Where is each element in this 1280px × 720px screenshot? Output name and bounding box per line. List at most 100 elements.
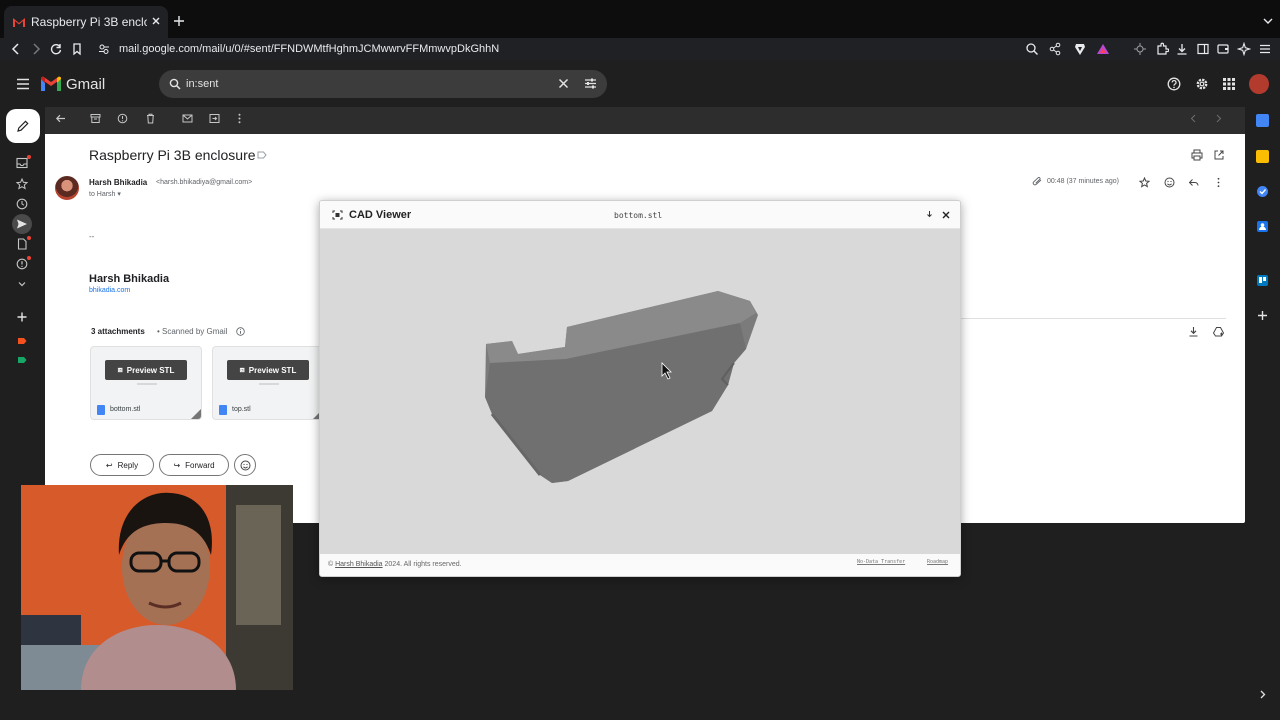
important-label-icon[interactable] xyxy=(257,150,267,160)
recipient-expand-chevron-icon[interactable]: ▾ xyxy=(117,191,121,198)
spam-icon[interactable] xyxy=(16,258,28,270)
info-icon[interactable] xyxy=(236,327,245,336)
attachment-card-top[interactable]: ⧈ Preview STL top.stl xyxy=(212,346,324,420)
bookmark-icon[interactable] xyxy=(70,42,84,56)
sender-name[interactable]: Harsh Bhikadia xyxy=(89,178,147,187)
starred-icon[interactable] xyxy=(16,178,28,190)
cad-download-icon[interactable] xyxy=(925,210,934,220)
brave-shield-icon[interactable] xyxy=(1073,42,1087,56)
browser-tab[interactable]: Raspberry Pi 3B enclosure xyxy=(4,6,168,38)
site-settings-icon[interactable] xyxy=(97,42,111,56)
tasks-icon[interactable] xyxy=(1256,185,1269,198)
cad-3d-canvas[interactable] xyxy=(320,229,960,554)
gmail-logo-icon[interactable] xyxy=(40,76,62,92)
more-chevron-icon[interactable] xyxy=(16,278,28,290)
forward-button[interactable]: ↪ Forward xyxy=(159,454,229,476)
move-to-icon[interactable] xyxy=(209,113,220,124)
account-avatar[interactable] xyxy=(1249,74,1269,94)
search-options-icon[interactable] xyxy=(584,77,597,90)
download-all-icon[interactable] xyxy=(1188,326,1199,337)
preview-stl-button[interactable]: ⧈ Preview STL xyxy=(105,360,187,380)
create-label-plus-icon[interactable] xyxy=(16,311,28,323)
zoom-icon[interactable] xyxy=(1025,42,1039,56)
new-tab-icon[interactable] xyxy=(172,14,186,28)
settings-gear-icon[interactable] xyxy=(1195,77,1209,91)
address-bar[interactable]: mail.google.com/mail/u/0/#sent/FFNDWMtfH… xyxy=(119,43,499,55)
contacts-icon[interactable] xyxy=(1256,220,1269,233)
signature-name: Harsh Bhikadia xyxy=(89,273,170,285)
emoji-reaction-button[interactable] xyxy=(234,454,256,476)
older-chevron-icon[interactable] xyxy=(1213,113,1224,124)
author-link[interactable]: Harsh Bhikadia xyxy=(335,561,382,568)
reply-arrow-icon: ↩ xyxy=(105,460,113,470)
reply-icon[interactable] xyxy=(1188,177,1199,188)
report-spam-icon[interactable] xyxy=(117,113,128,124)
mark-unread-icon[interactable] xyxy=(182,113,193,124)
preview-stl-button[interactable]: ⧈ Preview STL xyxy=(227,360,309,380)
brave-rewards-icon[interactable] xyxy=(1096,42,1110,56)
archive-icon[interactable] xyxy=(90,113,101,124)
newer-chevron-icon[interactable] xyxy=(1188,113,1199,124)
print-icon[interactable] xyxy=(1191,149,1203,161)
back-to-list-icon[interactable] xyxy=(55,113,66,124)
browser-menu-icon[interactable] xyxy=(1258,42,1272,56)
side-panel-expand-icon[interactable] xyxy=(1256,688,1269,701)
label-teal-icon[interactable] xyxy=(16,354,28,366)
keep-icon[interactable] xyxy=(1256,150,1269,163)
reply-button[interactable]: ↩ Reply xyxy=(90,454,154,476)
file-icon xyxy=(219,405,227,415)
label-orange-icon[interactable] xyxy=(16,335,28,347)
extension-tracker-icon[interactable] xyxy=(1133,42,1147,56)
cad-viewer-title: CAD Viewer xyxy=(349,209,412,221)
search-input[interactable]: in:sent xyxy=(186,78,218,90)
sent-icon[interactable] xyxy=(16,218,28,230)
attachments-divider xyxy=(960,318,1226,319)
clear-search-icon[interactable] xyxy=(558,78,569,89)
sidebar-icon[interactable] xyxy=(1196,42,1210,56)
cad-close-icon[interactable] xyxy=(942,211,950,219)
extensions-icon[interactable] xyxy=(1155,42,1169,56)
wallet-icon[interactable] xyxy=(1216,42,1230,56)
add-reaction-icon[interactable] xyxy=(1164,177,1175,188)
recipient-text: to Harsh xyxy=(89,191,116,198)
search-bar[interactable] xyxy=(159,70,607,98)
reload-icon[interactable] xyxy=(49,42,63,56)
forward-icon[interactable] xyxy=(29,42,43,56)
search-icon[interactable] xyxy=(169,78,181,90)
leo-ai-icon[interactable] xyxy=(1237,42,1251,56)
attachment-thumbnail xyxy=(259,383,279,385)
cad-viewer-modal[interactable]: CAD Viewer bottom.stl © Harsh Bhikadia 2… xyxy=(319,200,961,577)
attachment-card-bottom[interactable]: ⧈ Preview STL bottom.stl xyxy=(90,346,202,420)
no-data-transfer-link[interactable]: No-Data Transfer xyxy=(857,559,905,565)
attachment-filename: bottom.stl xyxy=(110,406,141,413)
message-more-icon[interactable] xyxy=(1213,177,1224,188)
delete-trash-icon[interactable] xyxy=(145,113,156,124)
back-icon[interactable] xyxy=(9,42,23,56)
compose-button[interactable] xyxy=(6,109,40,143)
share-icon[interactable] xyxy=(1048,42,1062,56)
star-icon[interactable] xyxy=(1139,177,1150,188)
calendar-icon[interactable] xyxy=(1256,114,1269,127)
get-addons-plus-icon[interactable] xyxy=(1256,309,1269,322)
tab-close-icon[interactable] xyxy=(149,14,163,28)
attachment-filename: top.stl xyxy=(232,406,251,413)
help-icon[interactable] xyxy=(1167,77,1181,91)
roadmap-link[interactable]: Roadmap xyxy=(927,559,948,565)
signature-link[interactable]: bhikadia.com xyxy=(89,287,130,294)
inbox-icon[interactable] xyxy=(16,157,28,169)
download-icon[interactable] xyxy=(1175,42,1189,56)
sender-avatar[interactable] xyxy=(55,176,79,200)
recipient-line[interactable]: to Harsh ▾ xyxy=(89,190,121,198)
apps-grid-icon[interactable] xyxy=(1222,77,1236,91)
attachment-clip-icon xyxy=(1032,177,1042,186)
add-to-drive-icon[interactable] xyxy=(1213,326,1224,337)
snoozed-clock-icon[interactable] xyxy=(16,198,28,210)
tab-search-chevron-icon[interactable] xyxy=(1262,16,1274,26)
more-vert-icon[interactable] xyxy=(234,113,245,124)
trello-addon-icon[interactable] xyxy=(1256,274,1269,287)
drafts-icon[interactable] xyxy=(16,238,28,250)
attachments-count: 3 attachments xyxy=(91,327,145,336)
cad-viewer-filename: bottom.stl xyxy=(614,211,663,220)
open-in-new-window-icon[interactable] xyxy=(1213,149,1225,161)
main-menu-icon[interactable] xyxy=(16,78,30,90)
